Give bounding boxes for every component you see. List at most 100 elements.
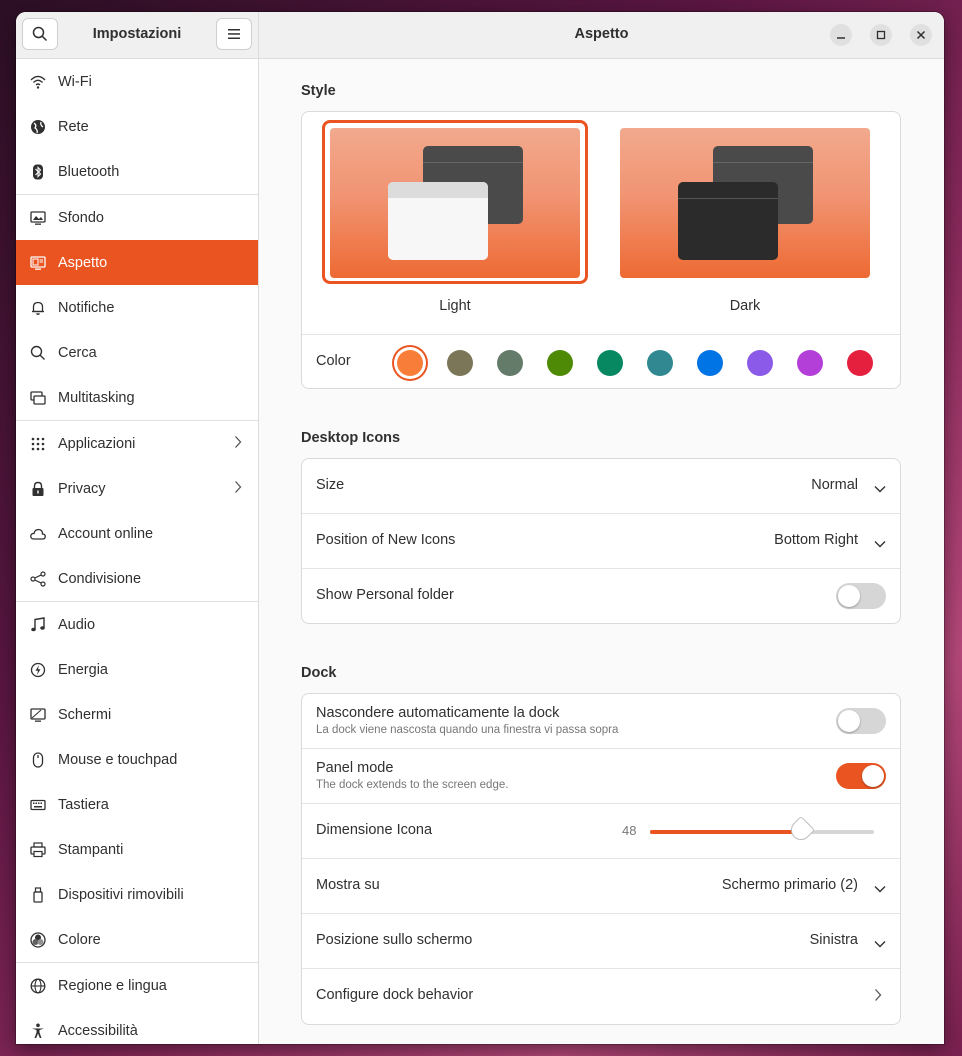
theme-light-option[interactable]: Light xyxy=(322,120,594,314)
sidebar-item-notifiche[interactable]: Notifiche xyxy=(16,285,258,330)
sidebar-item-multitasking[interactable]: Multitasking xyxy=(16,375,258,420)
share-icon xyxy=(30,570,46,587)
sidebar-item-label: Accessibilità xyxy=(58,1022,138,1039)
toggle-knob xyxy=(862,765,884,787)
sidebar-item-accessibilita[interactable]: Accessibilità xyxy=(16,1008,258,1044)
new-icons-position-row[interactable]: Position of New Icons Bottom Right xyxy=(302,514,900,569)
toggle-knob xyxy=(838,710,860,732)
accent-color-swatch[interactable] xyxy=(647,350,673,376)
sidebar-item-mouse-touchpad[interactable]: Mouse e touchpad xyxy=(16,737,258,782)
sidebar-item-wifi[interactable]: Wi-Fi xyxy=(16,59,258,104)
sidebar-item-colore[interactable]: Colore xyxy=(16,917,258,962)
maximize-button[interactable] xyxy=(870,24,892,46)
dock-behavior-row[interactable]: Configure dock behavior xyxy=(302,969,900,1023)
personal-folder-toggle[interactable] xyxy=(836,583,886,609)
lock-icon xyxy=(30,481,46,497)
display-icon xyxy=(30,707,46,723)
personal-folder-row: Show Personal folder xyxy=(302,569,900,623)
sidebar-item-schermi[interactable]: Schermi xyxy=(16,692,258,737)
sidebar-item-regione-lingua[interactable]: Regione e lingua xyxy=(16,963,258,1008)
sidebar-item-sfondo[interactable]: Sfondo xyxy=(16,195,258,240)
sidebar-item-cerca[interactable]: Cerca xyxy=(16,330,258,375)
accent-color-swatch[interactable] xyxy=(447,350,473,376)
sidebar-item-label: Mouse e touchpad xyxy=(58,751,178,768)
chevron-right-icon xyxy=(234,435,242,453)
sidebar-item-label: Condivisione xyxy=(58,570,142,587)
theme-dark-option[interactable]: Dark xyxy=(620,128,884,314)
accent-color-swatch[interactable] xyxy=(697,350,723,376)
sidebar-item-aspetto[interactable]: Aspetto xyxy=(16,240,258,285)
accessibility-icon xyxy=(30,1023,46,1039)
bell-icon xyxy=(30,300,46,316)
show-on-row[interactable]: Mostra su Schermo primario (2) xyxy=(302,859,900,914)
sidebar-item-privacy[interactable]: Privacy xyxy=(16,466,258,511)
sidebar-item-dispositivi-rimovibili[interactable]: Dispositivi rimovibili xyxy=(16,872,258,917)
minimize-icon xyxy=(837,37,845,39)
section-title-desktop-icons: Desktop Icons xyxy=(301,430,401,446)
sidebar-item-label: Aspetto xyxy=(58,254,108,271)
sidebar-item-label: Bluetooth xyxy=(58,163,120,180)
main-panel: Aspetto Style Light Dark Color Desktop I… xyxy=(259,12,944,1044)
sidebar-item-rete[interactable]: Rete xyxy=(16,104,258,149)
minimize-button[interactable] xyxy=(830,24,852,46)
accent-color-swatch[interactable] xyxy=(597,350,623,376)
accent-color-swatch[interactable] xyxy=(497,350,523,376)
sidebar-item-label: Colore xyxy=(58,931,101,948)
autohide-description: La dock viene nascosta quando una finest… xyxy=(316,724,619,736)
accent-color-swatch[interactable] xyxy=(547,350,573,376)
sidebar-item-audio[interactable]: Audio xyxy=(16,602,258,647)
accent-color-swatch[interactable] xyxy=(747,350,773,376)
panel-mode-label: Panel mode xyxy=(316,760,394,776)
theme-light-preview xyxy=(330,128,580,278)
maximize-icon xyxy=(876,30,886,40)
sidebar-item-condivisione[interactable]: Condivisione xyxy=(16,556,258,601)
autohide-label: Nascondere automaticamente la dock xyxy=(316,705,560,721)
sidebar-item-label: Dispositivi rimovibili xyxy=(58,886,184,903)
dock-icon-size-slider[interactable] xyxy=(650,815,874,845)
sidebar-item-label: Wi-Fi xyxy=(58,73,92,90)
sidebar-item-bluetooth[interactable]: Bluetooth xyxy=(16,149,258,194)
personal-folder-label: Show Personal folder xyxy=(316,587,454,603)
icon-size-label: Size xyxy=(316,477,345,493)
sidebar-item-tastiera[interactable]: Tastiera xyxy=(16,782,258,827)
music-note-icon xyxy=(30,616,46,633)
theme-light-label: Light xyxy=(439,298,471,314)
autohide-toggle[interactable] xyxy=(836,708,886,734)
sidebar-item-label: Multitasking xyxy=(58,389,135,406)
slider-handle[interactable] xyxy=(786,815,816,845)
slider-fill xyxy=(650,830,801,834)
chevron-down-icon xyxy=(874,535,886,553)
panel-mode-description: The dock extends to the screen edge. xyxy=(316,779,509,791)
close-button[interactable] xyxy=(910,24,932,46)
dock-behavior-label: Configure dock behavior xyxy=(316,987,474,1003)
chevron-down-icon xyxy=(874,935,886,953)
panel-mode-row: Panel mode The dock extends to the scree… xyxy=(302,749,900,804)
sidebar-item-stampanti[interactable]: Stampanti xyxy=(16,827,258,872)
printer-icon xyxy=(30,841,46,858)
desktop-icons-card: Size Normal Position of New Icons Bottom… xyxy=(301,458,901,624)
accent-color-swatch[interactable] xyxy=(847,350,873,376)
accent-color-swatch[interactable] xyxy=(797,350,823,376)
sidebar-item-applicazioni[interactable]: Applicazioni xyxy=(16,421,258,466)
section-title-dock: Dock xyxy=(301,665,337,681)
menu-button[interactable] xyxy=(216,18,252,50)
screen-position-row[interactable]: Posizione sullo schermo Sinistra xyxy=(302,914,900,969)
search-icon xyxy=(30,345,46,361)
sidebar-item-label: Schermi xyxy=(58,706,112,723)
sidebar-item-label: Applicazioni xyxy=(58,435,136,452)
power-icon xyxy=(30,662,46,678)
chevron-down-icon xyxy=(874,880,886,898)
bluetooth-icon xyxy=(30,164,46,180)
preview-front-window xyxy=(678,182,778,260)
cloud-icon xyxy=(30,526,46,542)
accent-color-row: Color xyxy=(302,334,900,389)
panel-mode-toggle[interactable] xyxy=(836,763,886,789)
toggle-knob xyxy=(838,585,860,607)
color-icon xyxy=(30,931,46,948)
icon-size-row[interactable]: Size Normal xyxy=(302,459,900,514)
accent-color-swatch[interactable] xyxy=(397,350,423,376)
settings-window: Impostazioni Wi-Fi Rete Bluetooth Sfondo xyxy=(16,12,944,1044)
sidebar-item-energia[interactable]: Energia xyxy=(16,647,258,692)
theme-dark-preview xyxy=(620,128,870,278)
sidebar-item-account-online[interactable]: Account online xyxy=(16,511,258,556)
